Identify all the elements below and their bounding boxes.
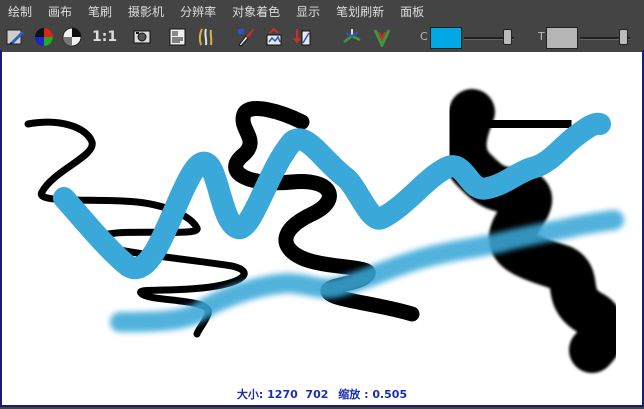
menu-object-shading[interactable]: 对象着色 — [224, 0, 288, 24]
menu-canvas[interactable]: 画布 — [40, 0, 80, 24]
menu-brush[interactable]: 笔刷 — [80, 0, 120, 24]
display-settings-icon[interactable] — [168, 27, 188, 47]
menu-resolution[interactable]: 分辨率 — [172, 0, 224, 24]
menu-bar: 绘制 画布 笔刷 摄影机 分辨率 对象着色 显示 笔划刷新 面板 — [0, 0, 644, 24]
keep-strokes-icon[interactable] — [342, 27, 362, 47]
redo-stroke-icon[interactable] — [292, 27, 312, 47]
menu-panels[interactable]: 面板 — [392, 0, 432, 24]
camera-snapshot-icon[interactable] — [132, 27, 152, 47]
zoom-value: 0.505 — [372, 388, 408, 401]
size-value: 1270 702 — [267, 388, 329, 401]
thick-black-stroke-top — [450, 101, 582, 147]
paint-canvas[interactable]: 大小: 1270 702 缩放 : 0.505 — [2, 52, 642, 405]
menu-display[interactable]: 显示 — [288, 0, 328, 24]
menu-camera[interactable]: 摄影机 — [120, 0, 172, 24]
real-size-button[interactable]: 1:1 — [92, 27, 118, 47]
transparency-swatch[interactable] — [546, 27, 578, 49]
color-slider-label: C — [420, 30, 428, 43]
menu-draw[interactable]: 绘制 — [0, 0, 40, 24]
transparency-slider-thumb[interactable] — [618, 29, 628, 45]
stroke-tubes-icon[interactable] — [372, 27, 392, 47]
status-bar: 大小: 1270 702 缩放 : 0.505 — [2, 386, 642, 402]
size-label: 大小: — [236, 388, 264, 401]
wireframe-strokes-icon[interactable] — [196, 27, 216, 47]
transparency-slider-label: T — [538, 30, 545, 43]
color-slider-thumb[interactable] — [502, 29, 512, 45]
clear-canvas-icon[interactable] — [264, 27, 284, 47]
brush-icon[interactable] — [6, 27, 26, 47]
toolbar: 1:1 C T — [0, 24, 644, 50]
paint-effects-window: 绘制 画布 笔刷 摄影机 分辨率 对象着色 显示 笔划刷新 面板 1:1 C T… — [0, 0, 644, 407]
paint-brush-icon[interactable] — [236, 27, 256, 47]
color-swatch[interactable] — [430, 27, 462, 49]
alpha-channel-icon[interactable] — [62, 27, 82, 47]
canvas-strokes — [24, 89, 625, 373]
rgb-channel-icon[interactable] — [34, 27, 54, 47]
zoom-label: 缩放 : — [338, 388, 369, 401]
menu-stroke-refresh[interactable]: 笔划刷新 — [328, 0, 392, 24]
